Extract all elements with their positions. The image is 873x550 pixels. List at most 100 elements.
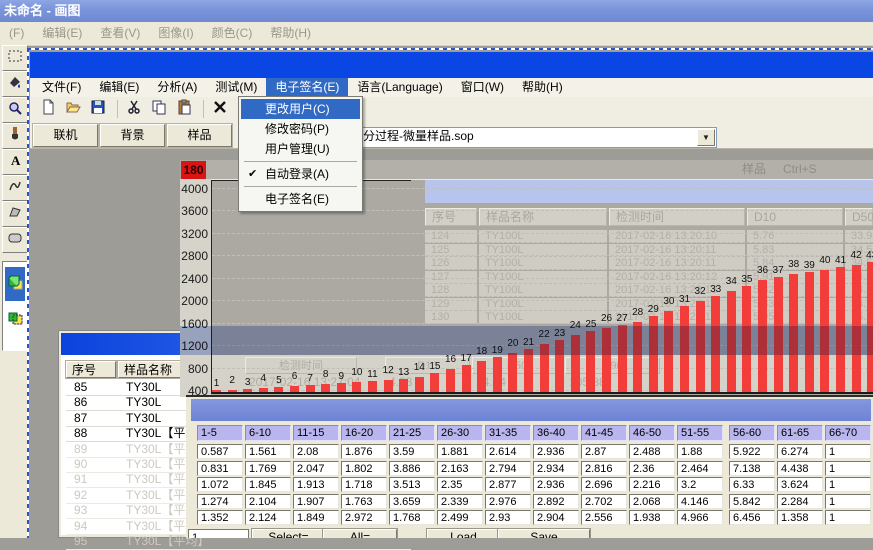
dist-cell[interactable]: 2.36 [629, 461, 675, 476]
toolbar-open-button[interactable] [62, 99, 84, 119]
menu-item-A[interactable]: 自动登录(A)✔ [241, 164, 360, 184]
bottom-button-Save[interactable]: Save [498, 529, 590, 538]
dist-cell[interactable]: 2.163 [437, 461, 483, 476]
dist-cell[interactable]: 4.966 [677, 510, 723, 525]
paint-menu-item-0[interactable]: (F) [0, 22, 33, 45]
dist-cell[interactable]: 1.938 [629, 510, 675, 525]
dist-cell[interactable]: 2.904 [533, 510, 579, 525]
selection-marquee-left[interactable] [27, 48, 29, 538]
bottom-button-All[interactable]: All= [323, 529, 397, 538]
dist-cell[interactable]: 2.87 [581, 444, 627, 459]
dist-cell[interactable]: 1.358 [777, 510, 823, 525]
tool-brush[interactable] [2, 123, 28, 149]
app-button-1[interactable]: 背景 [100, 124, 165, 147]
app-menu-E[interactable]: 编辑(E) [90, 78, 148, 97]
dist-cell[interactable]: 2.936 [533, 444, 579, 459]
toolbar-copy-button[interactable] [148, 99, 170, 119]
dist-cell[interactable]: 1 [825, 461, 871, 476]
dist-cell[interactable]: 1.769 [245, 461, 291, 476]
menu-item-C[interactable]: 更改用户(C) [241, 99, 360, 119]
toolbar-save-button[interactable] [87, 99, 109, 119]
menu-item-U[interactable]: 用户管理(U) [241, 139, 360, 159]
toolbar-paste-button[interactable] [173, 99, 195, 119]
dist-cell[interactable]: 6.33 [729, 477, 775, 492]
dist-cell[interactable]: 1.763 [341, 494, 387, 509]
option-cube-opaque[interactable] [5, 267, 25, 301]
dist-cell[interactable]: 2.614 [485, 444, 531, 459]
paint-menu-item-1[interactable]: 编辑(E) [33, 22, 91, 45]
selection-marquee-top[interactable] [27, 48, 873, 50]
app-menu-W[interactable]: 窗口(W) [452, 78, 513, 97]
dist-cell[interactable]: 7.138 [729, 461, 775, 476]
dist-cell[interactable]: 2.339 [437, 494, 483, 509]
dist-cell[interactable]: 2.972 [341, 510, 387, 525]
dist-cell[interactable]: 2.696 [581, 477, 627, 492]
chevron-down-icon[interactable]: ▼ [697, 129, 715, 146]
app-button-2[interactable]: 样品 [167, 124, 232, 147]
toolbar-new-button[interactable] [37, 99, 59, 119]
dist-cell[interactable]: 3.624 [777, 477, 823, 492]
dist-cell[interactable]: 1 [825, 444, 871, 459]
dist-cell[interactable]: 2.464 [677, 461, 723, 476]
toolbar-delete-button[interactable] [209, 99, 231, 119]
paint-title-bar[interactable]: 未命名 - 画图 [0, 0, 873, 22]
dist-cell[interactable]: 1 [825, 477, 871, 492]
dist-cell[interactable]: 5.842 [729, 494, 775, 509]
paint-menu-item-2[interactable]: 查看(V) [91, 22, 149, 45]
dist-cell[interactable]: 1 [825, 510, 871, 525]
dist-cell[interactable]: 4.146 [677, 494, 723, 509]
dist-cell[interactable]: 2.936 [533, 477, 579, 492]
dist-cell[interactable]: 2.934 [533, 461, 579, 476]
dist-cell[interactable]: 2.124 [245, 510, 291, 525]
dist-cell[interactable]: 4.438 [777, 461, 823, 476]
dist-cell[interactable]: 1.802 [341, 461, 387, 476]
dist-cell[interactable]: 1.876 [341, 444, 387, 459]
dist-cell[interactable]: 2.816 [581, 461, 627, 476]
app-menu-M[interactable]: 测试(M) [206, 78, 266, 97]
dist-cell[interactable]: 3.2 [677, 477, 723, 492]
dist-cell[interactable]: 2.08 [293, 444, 339, 459]
app-menu-H[interactable]: 帮助(H) [513, 78, 572, 97]
dist-cell[interactable]: 2.702 [581, 494, 627, 509]
dist-cell[interactable]: 6.274 [777, 444, 823, 459]
dist-cell[interactable]: 2.284 [777, 494, 823, 509]
dist-cell[interactable]: 2.499 [437, 510, 483, 525]
sop-file-combobox[interactable]: 分过程-微量样品.sop ▼ [358, 127, 717, 148]
paint-menu-item-4[interactable]: 颜色(C) [203, 22, 262, 45]
dist-cell[interactable]: 1.561 [245, 444, 291, 459]
dist-cell[interactable]: 5.922 [729, 444, 775, 459]
dist-cell[interactable]: 2.93 [485, 510, 531, 525]
dist-cell[interactable]: 3.659 [389, 494, 435, 509]
dist-cell[interactable]: 1.718 [341, 477, 387, 492]
dist-cell[interactable]: 2.488 [629, 444, 675, 459]
tool-polygon[interactable] [2, 201, 28, 227]
menu-item-E[interactable]: 电子签名(E) [241, 189, 360, 209]
dist-cell[interactable]: 2.556 [581, 510, 627, 525]
dist-cell[interactable]: 2.877 [485, 477, 531, 492]
paint-menu-item-5[interactable]: 帮助(H) [261, 22, 320, 45]
option-cube-transparent[interactable] [5, 302, 25, 336]
dist-cell[interactable]: 1.88 [677, 444, 723, 459]
app-menu-Language[interactable]: 语言(Language) [348, 78, 451, 97]
dist-cell[interactable]: 1.352 [197, 510, 243, 525]
app-menu-F[interactable]: 文件(F) [33, 78, 90, 97]
dist-cell[interactable]: 2.104 [245, 494, 291, 509]
dist-cell[interactable]: 3.886 [389, 461, 435, 476]
dist-cell[interactable]: 6.456 [729, 510, 775, 525]
tool-text[interactable]: A [2, 149, 28, 175]
tool-magnifier[interactable] [2, 97, 28, 123]
tool-select-rect[interactable] [2, 45, 28, 71]
dist-cell[interactable]: 3.513 [389, 477, 435, 492]
paint-menu-item-3[interactable]: 图像(I) [149, 22, 202, 45]
app-menu-A[interactable]: 分析(A) [148, 78, 206, 97]
dist-cell[interactable]: 1.274 [197, 494, 243, 509]
dist-cell[interactable]: 1.849 [293, 510, 339, 525]
dist-cell[interactable]: 0.587 [197, 444, 243, 459]
dist-cell[interactable]: 2.892 [533, 494, 579, 509]
dist-cell[interactable]: 2.216 [629, 477, 675, 492]
app-menu-E[interactable]: 电子签名(E) [266, 78, 348, 97]
dist-cell[interactable]: 0.831 [197, 461, 243, 476]
dist-cell[interactable]: 1.881 [437, 444, 483, 459]
bottom-button-Load[interactable]: Load [427, 529, 500, 538]
dist-cell[interactable]: 3.59 [389, 444, 435, 459]
